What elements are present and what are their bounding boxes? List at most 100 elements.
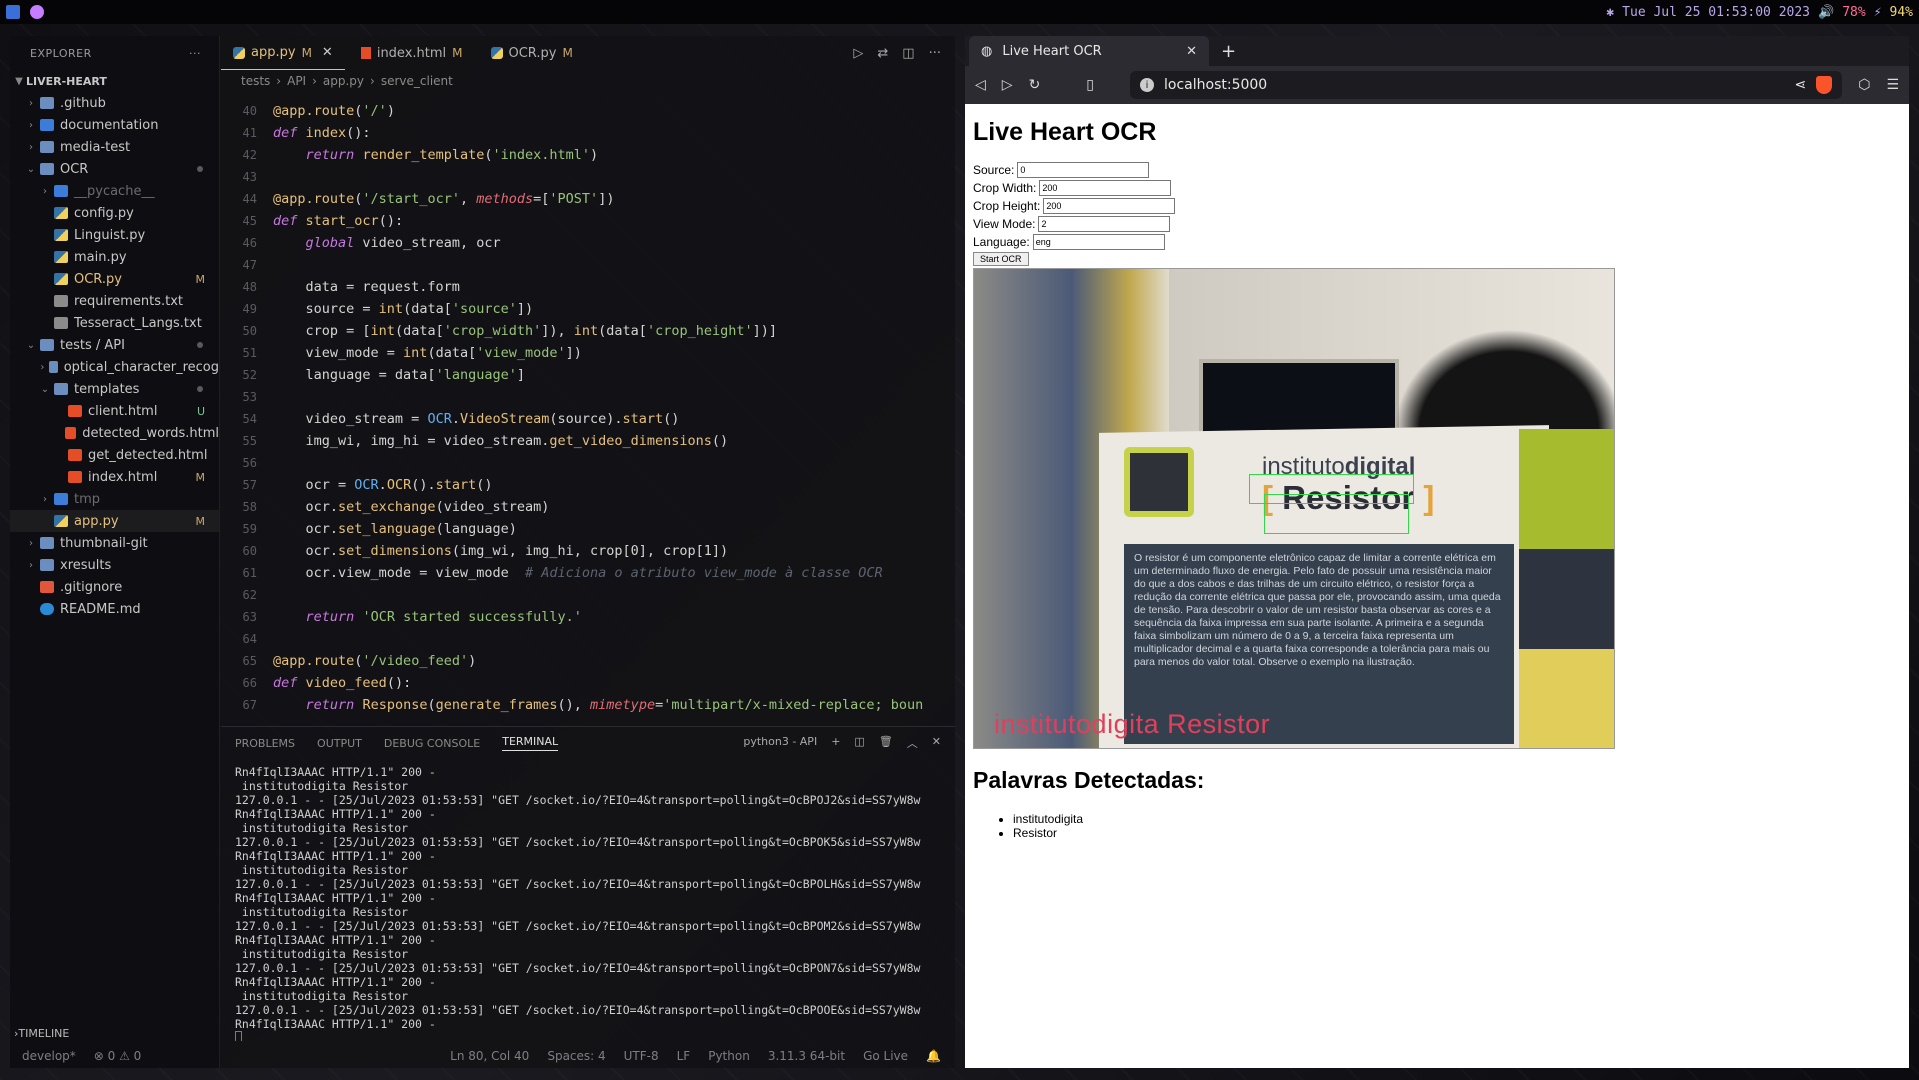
code-line[interactable]: 53	[221, 386, 955, 408]
code-line[interactable]: 65 @app.route('/video_feed')	[221, 650, 955, 672]
split-terminal-icon[interactable]: ◫	[854, 735, 864, 751]
tab-debug-console[interactable]: DEBUG CONSOLE	[384, 737, 480, 750]
file-readme-md[interactable]: README.md	[10, 598, 219, 620]
project-root[interactable]: ▼ LIVER-HEART	[10, 70, 219, 92]
crop-width-input[interactable]	[1039, 180, 1172, 196]
language-input[interactable]	[1032, 234, 1165, 250]
compare-icon[interactable]: ⇄	[877, 46, 888, 61]
file-config-py[interactable]: config.py	[10, 202, 219, 224]
indentation[interactable]: Spaces: 4	[547, 1049, 605, 1063]
workspace-icon[interactable]	[6, 5, 20, 19]
back-icon[interactable]: ◁	[975, 77, 986, 93]
code-editor[interactable]: 40 @app.route('/') 41 def index(): 42 return…	[221, 100, 955, 716]
language-mode[interactable]: Python	[708, 1049, 750, 1063]
bluetooth-icon[interactable]: ✱	[1606, 5, 1614, 20]
folder-tests-api[interactable]: ⌄ tests / API	[10, 334, 219, 356]
code-line[interactable]: 54 video_stream = OCR.VideoStream(source…	[221, 408, 955, 430]
file-get-detected-html[interactable]: get_detected.html	[10, 444, 219, 466]
code-line[interactable]: 42 return render_template('index.html')	[221, 144, 955, 166]
breadcrumb-item[interactable]: app.py	[323, 74, 364, 88]
code-line[interactable]: 40 @app.route('/')	[221, 100, 955, 122]
file-client-html[interactable]: client.html U	[10, 400, 219, 422]
tab-app-py[interactable]: app.py M ✕	[221, 36, 345, 70]
folder-optical-character-recog[interactable]: › optical_character_recog	[10, 356, 219, 378]
terminal-output[interactable]: Rn4fIqlI3AAAC HTTP/1.1" 200 - institutod…	[221, 759, 955, 1041]
browser-tab[interactable]: ◍ Live Heart OCR ✕	[969, 36, 1209, 66]
branch-indicator[interactable]: develop*	[22, 1049, 76, 1063]
code-line[interactable]: 55 img_wi, img_hi = video_stream.get_vid…	[221, 430, 955, 452]
reload-icon[interactable]: ↻	[1029, 77, 1041, 93]
folder-ocr[interactable]: ⌄ OCR	[10, 158, 219, 180]
run-icon[interactable]: ▷	[853, 46, 863, 61]
code-line[interactable]: 51 view_mode = int(data['view_mode'])	[221, 342, 955, 364]
start-ocr-button[interactable]: Start OCR	[973, 252, 1029, 266]
breadcrumb-item[interactable]: serve_client	[381, 74, 453, 88]
code-line[interactable]: 59 ocr.set_language(language)	[221, 518, 955, 540]
source-input[interactable]	[1017, 162, 1150, 178]
menu-icon[interactable]: ☰	[1886, 77, 1899, 93]
encoding[interactable]: UTF-8	[624, 1049, 659, 1063]
cursor-position[interactable]: Ln 80, Col 40	[450, 1049, 529, 1063]
file-index-html[interactable]: index.html M	[10, 466, 219, 488]
new-tab-icon[interactable]: +	[1221, 41, 1236, 62]
more-icon[interactable]: ···	[189, 47, 201, 60]
address-bar[interactable]: i localhost:5000 ⋖	[1130, 71, 1843, 99]
go-live-button[interactable]: Go Live	[863, 1049, 908, 1063]
bookmark-icon[interactable]: ▯	[1086, 77, 1094, 93]
code-line[interactable]: 45 def start_ocr():	[221, 210, 955, 232]
code-line[interactable]: 64	[221, 628, 955, 650]
code-line[interactable]: 50 crop = [int(data['crop_width']), int(…	[221, 320, 955, 342]
eol[interactable]: LF	[677, 1049, 691, 1063]
interpreter-version[interactable]: 3.11.3 64-bit	[768, 1049, 845, 1063]
close-icon[interactable]: ✕	[322, 45, 333, 60]
folder-github[interactable]: › .github	[10, 92, 219, 114]
code-line[interactable]: 49 source = int(data['source'])	[221, 298, 955, 320]
bell-icon[interactable]: 🔔	[926, 1049, 941, 1063]
folder-media-test[interactable]: › media-test	[10, 136, 219, 158]
folder-documentation[interactable]: › documentation	[10, 114, 219, 136]
terminal-selector[interactable]: python3 - API	[743, 735, 817, 751]
tab-output[interactable]: OUTPUT	[317, 737, 362, 750]
forward-icon[interactable]: ▷	[1002, 77, 1013, 93]
file-app-py[interactable]: app.py M	[10, 510, 219, 532]
maximize-icon[interactable]: ︿	[907, 735, 918, 751]
code-line[interactable]: 56	[221, 452, 955, 474]
code-line[interactable]: 41 def index():	[221, 122, 955, 144]
code-line[interactable]: 43	[221, 166, 955, 188]
code-line[interactable]: 62	[221, 584, 955, 606]
view-mode-input[interactable]	[1038, 216, 1171, 232]
info-icon[interactable]: i	[1140, 78, 1155, 92]
file-requirements-txt[interactable]: requirements.txt	[10, 290, 219, 312]
trash-icon[interactable]: 🗑	[879, 735, 893, 751]
tab-terminal[interactable]: TERMINAL	[502, 735, 559, 751]
tab-problems[interactable]: PROBLEMS	[235, 737, 295, 750]
file-detected-words-html[interactable]: detected_words.html	[10, 422, 219, 444]
share-icon[interactable]: ⋖	[1794, 77, 1806, 93]
file-main-py[interactable]: main.py	[10, 246, 219, 268]
code-line[interactable]: 66 def video_feed():	[221, 672, 955, 694]
file-gitignore[interactable]: .gitignore	[10, 576, 219, 598]
folder-pycache[interactable]: › __pycache__	[10, 180, 219, 202]
code-line[interactable]: 44 @app.route('/start_ocr', methods=['POS…	[221, 188, 955, 210]
tab-ocr-py[interactable]: OCR.py M	[479, 36, 585, 70]
timeline-section[interactable]: › TIMELINE	[10, 1022, 220, 1044]
add-terminal-icon[interactable]: +	[831, 735, 840, 751]
problems-indicator[interactable]: ⊗ 0 ⚠ 0	[94, 1049, 142, 1063]
close-icon[interactable]: ✕	[932, 735, 941, 751]
crop-height-input[interactable]	[1043, 198, 1176, 214]
file-linguist-py[interactable]: Linguist.py	[10, 224, 219, 246]
code-line[interactable]: 60 ocr.set_dimensions(img_wi, img_hi, cr…	[221, 540, 955, 562]
file-tesseract-langs-txt[interactable]: Tesseract_Langs.txt	[10, 312, 219, 334]
breadcrumb-item[interactable]: tests	[241, 74, 270, 88]
breadcrumb-item[interactable]: API	[287, 74, 306, 88]
tab-index-html[interactable]: index.html M	[349, 36, 475, 70]
split-editor-icon[interactable]: ◫	[902, 46, 914, 61]
code-line[interactable]: 47	[221, 254, 955, 276]
code-line[interactable]: 48 data = request.form	[221, 276, 955, 298]
folder-templates[interactable]: ⌄ templates	[10, 378, 219, 400]
close-icon[interactable]: ✕	[1186, 44, 1197, 59]
more-icon[interactable]: ···	[929, 46, 941, 61]
brave-shield-icon[interactable]	[1816, 76, 1833, 94]
code-line[interactable]: 57 ocr = OCR.OCR().start()	[221, 474, 955, 496]
folder-thumbnail-git[interactable]: › thumbnail-git	[10, 532, 219, 554]
